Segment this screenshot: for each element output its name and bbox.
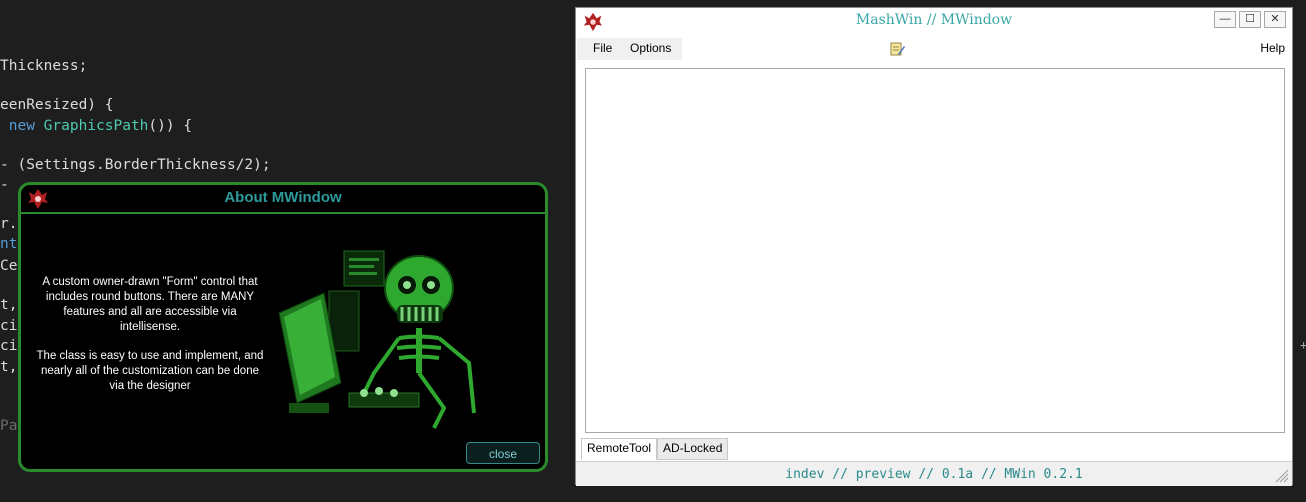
- code-token: GraphicsPath: [43, 118, 149, 134]
- code-token: nt: [0, 236, 18, 252]
- resize-grip-icon[interactable]: [1273, 467, 1289, 483]
- code-token: r.: [0, 216, 18, 232]
- about-titlebar[interactable]: About MWindow: [21, 185, 545, 214]
- main-window-titlebar[interactable]: MashWin // MWindow — ☐ ✕: [576, 8, 1292, 36]
- status-text: indev // preview // 0.1a // MWin 0.2.1: [785, 467, 1083, 482]
- editor-cursor-mark: +: [1300, 338, 1306, 352]
- hacker-skeleton-illustration: [278, 250, 476, 429]
- bottom-tabs: RemoteTool AD-Locked: [581, 438, 729, 460]
- code-line: t,: [0, 297, 17, 313]
- about-paragraph-1: A custom owner-drawn "Form" control that…: [42, 276, 258, 333]
- about-paragraph-2: The class is easy to use and implement, …: [36, 350, 264, 392]
- main-content-panel: [585, 68, 1285, 433]
- code-line: -: [0, 177, 17, 193]
- menu-bar: File Options Help: [577, 38, 1291, 60]
- about-dialog: About MWindow A custom owner-drawn "Form…: [18, 182, 548, 472]
- main-window: MashWin // MWindow — ☐ ✕ File Options He…: [575, 7, 1293, 486]
- code-token: -: [0, 177, 18, 193]
- code-token: - (Settings.BorderThickness/2);: [0, 157, 271, 173]
- code-line: new GraphicsPath()) {: [0, 118, 192, 134]
- code-token: t,: [0, 359, 18, 375]
- menu-options[interactable]: Options: [630, 41, 671, 55]
- about-description: A custom owner-drawn "Form" control that…: [35, 275, 265, 408]
- menu-help[interactable]: Help: [1260, 41, 1285, 55]
- main-window-title: MashWin // MWindow: [855, 12, 1013, 28]
- tab-ad-locked[interactable]: AD-Locked: [657, 438, 729, 460]
- code-line: eenResized) {: [0, 97, 114, 113]
- edit-notes-icon[interactable]: [889, 41, 906, 57]
- code-token: t,: [0, 297, 18, 313]
- status-bar: indev // preview // 0.1a // MWin 0.2.1: [576, 461, 1292, 486]
- about-close-button[interactable]: close: [466, 442, 540, 464]
- about-title: About MWindow: [224, 189, 342, 206]
- code-line: t,: [0, 359, 17, 375]
- code-line: r.: [0, 216, 17, 232]
- menu-file[interactable]: File: [593, 41, 612, 55]
- code-token: eenResized) {: [0, 97, 114, 113]
- code-token: new: [0, 118, 44, 134]
- minimize-button[interactable]: —: [1214, 11, 1236, 28]
- tab-remotetool[interactable]: RemoteTool: [581, 438, 658, 460]
- code-line: - (Settings.BorderThickness/2);: [0, 157, 271, 173]
- code-line: Thickness;: [0, 58, 87, 74]
- code-token: ()) {: [148, 118, 193, 134]
- maximize-button[interactable]: ☐: [1239, 11, 1261, 28]
- code-token: Thickness;: [0, 58, 88, 74]
- close-window-button[interactable]: ✕: [1264, 11, 1286, 28]
